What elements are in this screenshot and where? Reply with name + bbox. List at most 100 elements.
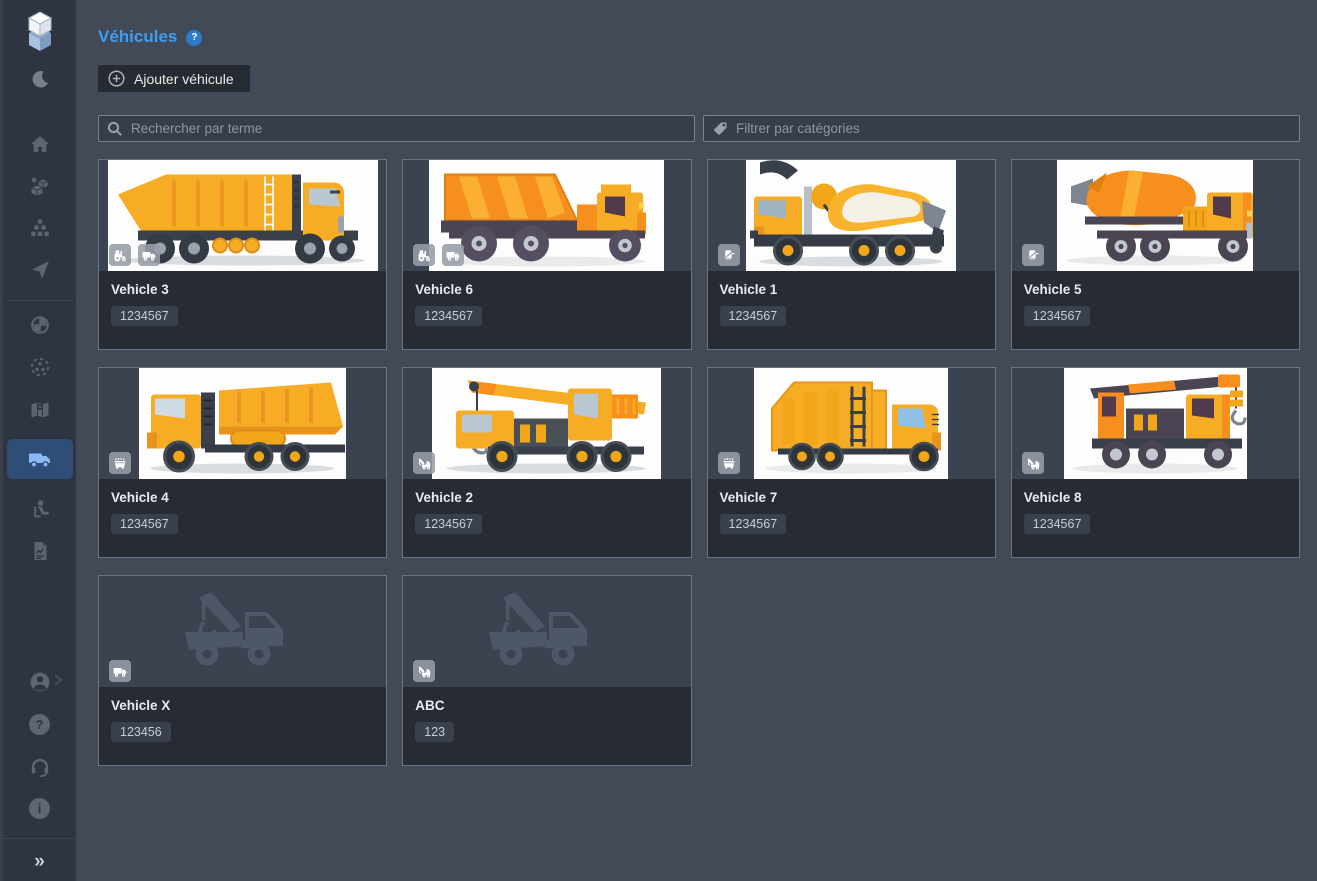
sidebar-bottom-divider: [2, 838, 78, 839]
home-icon: [29, 133, 51, 155]
sidebar-item-zones[interactable]: [7, 355, 73, 379]
vehicle-image-mobile-crane: [432, 368, 661, 479]
category-badge-mixer-icon: [718, 244, 740, 266]
category-badges: [718, 452, 740, 474]
search-input-wrap: [98, 115, 695, 142]
cubes-icon: [28, 175, 52, 197]
add-vehicle-button[interactable]: Ajouter véhicule: [98, 65, 250, 92]
headset-icon: [29, 755, 51, 777]
category-badge-dumpster-icon: [109, 452, 131, 474]
vehicle-image-concrete-mixer: [1057, 160, 1253, 271]
vehicle-image-concrete-mixer: [746, 160, 956, 271]
category-badge-tractor-icon: [109, 244, 131, 266]
user-circle-icon: [29, 671, 51, 693]
sidebar-item-groups[interactable]: [7, 216, 73, 240]
sidebar-item-assets[interactable]: [7, 174, 73, 198]
vehicle-title: Vehicle 7: [720, 490, 983, 505]
vehicle-grid: Vehicle 3 1234567: [98, 159, 1300, 766]
user-submenu-chevron-icon: [53, 674, 63, 686]
vehicle-title: Vehicle 6: [415, 282, 678, 297]
category-badges: [413, 452, 435, 474]
info-circle-icon: i: [29, 798, 50, 819]
search-icon: [107, 121, 123, 137]
vehicle-image-dump-truck: [139, 368, 346, 479]
vehicle-plate: 1234567: [720, 306, 787, 326]
vehicle-plate: 1234567: [1024, 306, 1091, 326]
category-badge-mixer-icon: [1022, 244, 1044, 266]
vehicle-card[interactable]: Vehicle 6 1234567: [402, 159, 691, 350]
vehicle-card[interactable]: Vehicle 2 1234567: [402, 367, 691, 558]
vehicle-image-area: [99, 160, 386, 271]
vehicle-plate: 1234567: [111, 306, 178, 326]
vehicle-card[interactable]: Vehicle X 123456: [98, 575, 387, 766]
category-filter-input[interactable]: [703, 115, 1300, 142]
category-badge-tow-crane-icon: [413, 660, 435, 682]
vehicle-title: ABC: [415, 698, 678, 713]
vehicle-plate: 1234567: [720, 514, 787, 534]
vehicle-info: Vehicle 6 1234567: [403, 271, 690, 337]
category-badge-tow-crane-icon: [1022, 452, 1044, 474]
driver-seated-icon: [29, 498, 51, 520]
vehicle-card[interactable]: Vehicle 5 1234567: [1011, 159, 1300, 350]
vehicle-plate: 1234567: [415, 306, 482, 326]
vehicle-info: Vehicle 3 1234567: [99, 271, 386, 337]
filter-row: [98, 115, 1300, 142]
sidebar-item-about[interactable]: i: [7, 796, 73, 820]
vehicle-title: Vehicle 5: [1024, 282, 1287, 297]
cluster-icon: [29, 217, 51, 239]
page-title: Véhicules: [98, 27, 177, 47]
sidebar-item-map[interactable]: [7, 397, 73, 421]
help-circle-icon: ?: [29, 714, 50, 735]
category-badges: [109, 660, 131, 682]
navigation-arrow-icon: [29, 259, 51, 281]
sidebar: ? i »: [0, 0, 76, 881]
vehicle-image-area: [99, 368, 386, 479]
app-logo-cube-stack-icon[interactable]: [19, 10, 61, 54]
vehicle-info: Vehicle 8 1234567: [1012, 479, 1299, 545]
sidebar-item-home[interactable]: [7, 132, 73, 156]
sidebar-item-network[interactable]: [7, 313, 73, 337]
vehicle-placeholder-truck-icon: [467, 584, 627, 680]
sidebar-divider: [7, 300, 73, 301]
sidebar-item-vehicles[interactable]: [7, 439, 73, 479]
sidebar-nav-mid: [7, 313, 73, 563]
truck-icon: [28, 448, 52, 470]
vehicle-image-area: [403, 160, 690, 271]
category-badges: [413, 244, 464, 266]
plus-circle-icon: [108, 70, 125, 87]
search-input[interactable]: [98, 115, 695, 142]
vehicle-image-dump-truck: [429, 160, 664, 271]
sidebar-item-tracking[interactable]: [7, 258, 73, 282]
vehicle-info: Vehicle 4 1234567: [99, 479, 386, 545]
vehicle-card[interactable]: ABC 123: [402, 575, 691, 766]
vehicle-card[interactable]: Vehicle 8 1234567: [1011, 367, 1300, 558]
vehicle-info: ABC 123: [403, 687, 690, 753]
sidebar-item-account[interactable]: [7, 670, 73, 694]
category-badge-tractor-icon: [413, 244, 435, 266]
sidebar-nav-bottom: ? i: [7, 670, 73, 820]
vehicle-title: Vehicle X: [111, 698, 374, 713]
vehicle-card[interactable]: Vehicle 4 1234567: [98, 367, 387, 558]
page-help-icon[interactable]: ?: [186, 30, 202, 46]
sidebar-item-support[interactable]: [7, 754, 73, 778]
vehicle-card[interactable]: Vehicle 7 1234567: [707, 367, 996, 558]
vehicle-image-area: [1012, 160, 1299, 271]
vehicle-title: Vehicle 2: [415, 490, 678, 505]
tag-icon: [712, 121, 728, 137]
sidebar-expand-button[interactable]: »: [34, 846, 45, 881]
category-badges: [1022, 452, 1044, 474]
sidebar-item-help[interactable]: ?: [7, 712, 73, 736]
vehicle-image-area: [99, 576, 386, 687]
dark-mode-moon-icon[interactable]: [25, 66, 55, 92]
sidebar-item-drivers[interactable]: [7, 497, 73, 521]
vehicle-card[interactable]: Vehicle 1 1234567: [707, 159, 996, 350]
vehicle-image-area: [708, 368, 995, 479]
vehicle-plate: 1234567: [415, 514, 482, 534]
category-badges: [1022, 244, 1044, 266]
vehicle-card[interactable]: Vehicle 3 1234567: [98, 159, 387, 350]
vehicle-image-area: [403, 368, 690, 479]
globe-grid-icon: [29, 314, 51, 336]
vehicle-info: Vehicle 2 1234567: [403, 479, 690, 545]
sidebar-item-reports[interactable]: [7, 539, 73, 563]
vehicle-plate: 123: [415, 722, 454, 742]
